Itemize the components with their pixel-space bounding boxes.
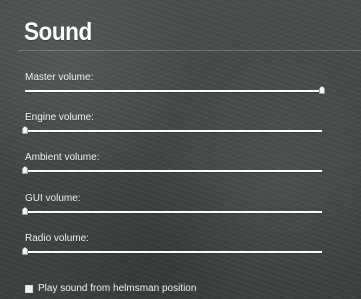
ambient-volume-thumb[interactable] — [22, 166, 28, 174]
gui-volume-track — [25, 211, 322, 213]
ambient-volume-track — [25, 170, 322, 172]
gui-volume-label: GUI volume: — [25, 193, 81, 204]
helmsman-position-checkbox[interactable] — [25, 285, 33, 293]
helmsman-position-option[interactable]: Play sound from helmsman position — [25, 283, 196, 295]
helmsman-position-label: Play sound from helmsman position — [38, 283, 197, 294]
radio-volume-slider[interactable] — [22, 247, 322, 257]
page-title: Sound — [24, 18, 92, 46]
master-volume-label: Master volume: — [25, 72, 94, 83]
ambient-volume-slider[interactable] — [22, 166, 322, 176]
gui-volume-thumb[interactable] — [22, 207, 28, 215]
radio-volume-thumb[interactable] — [22, 247, 28, 255]
engine-volume-slider[interactable] — [22, 126, 322, 136]
gui-volume-slider[interactable] — [22, 207, 322, 217]
engine-volume-thumb[interactable] — [22, 126, 28, 134]
engine-volume-label: Engine volume: — [25, 112, 94, 123]
sound-settings-panel: Sound Master volume: Engine volume: Ambi… — [0, 0, 361, 299]
master-volume-track — [25, 90, 322, 92]
engine-volume-track — [25, 130, 322, 132]
ambient-volume-label: Ambient volume: — [25, 152, 100, 163]
radio-volume-track — [25, 251, 322, 253]
radio-volume-label: Radio volume: — [25, 233, 89, 244]
master-volume-slider[interactable] — [25, 86, 325, 96]
title-divider — [18, 50, 361, 51]
master-volume-thumb[interactable] — [319, 86, 325, 94]
